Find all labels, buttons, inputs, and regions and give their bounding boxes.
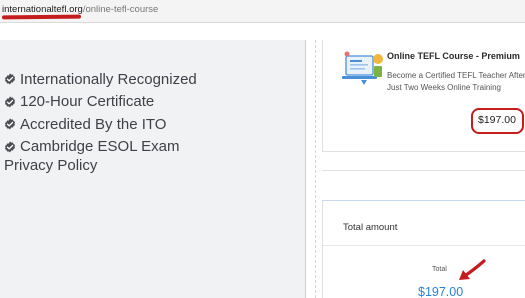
- total-card: Total amount Total $197.00: [322, 200, 525, 298]
- check-badge-icon: [5, 118, 15, 130]
- card-separator: [322, 170, 525, 190]
- url-domain: internationaltefl.org: [2, 4, 83, 15]
- feature-list: Internationally Recognized 120-Hour Cert…: [4, 68, 197, 158]
- course-title: Online TEFL Course - Premium: [387, 51, 520, 61]
- check-badge-icon: [5, 96, 15, 108]
- course-price: $197.00: [478, 114, 516, 126]
- total-label: Total: [432, 266, 447, 273]
- total-divider: [323, 245, 525, 246]
- laptop-course-illustration-icon: [342, 51, 383, 85]
- dashed-guide: [315, 40, 316, 298]
- features-panel: Internationally Recognized 120-Hour Cert…: [0, 40, 305, 298]
- order-item-card: Online TEFL Course - Premium Become a Ce…: [322, 40, 525, 152]
- privacy-policy-link[interactable]: Privacy Policy: [4, 157, 97, 174]
- feature-item: Accredited By the ITO: [4, 113, 197, 136]
- feature-item: Cambridge ESOL Exam: [4, 136, 197, 159]
- url-path: /online-tefl-course: [82, 4, 159, 15]
- feature-label: 120-Hour Certificate: [20, 93, 155, 111]
- feature-item: Internationally Recognized: [4, 68, 197, 91]
- feature-label: Accredited By the ITO: [20, 115, 167, 133]
- course-description: Become a Certified TEFL Teacher After Ju…: [387, 71, 525, 92]
- red-underline-annotation: [1, 14, 82, 20]
- feature-label: Cambridge ESOL Exam: [20, 138, 180, 156]
- check-badge-icon: [5, 73, 15, 85]
- total-value: $197.00: [418, 285, 464, 298]
- check-badge-icon: [5, 141, 15, 153]
- address-bar[interactable]: internationaltefl.org/online-tefl-course: [0, 0, 525, 23]
- feature-label: Internationally Recognized: [20, 70, 197, 88]
- total-heading: Total amount: [343, 222, 398, 233]
- red-arrow-icon: [459, 259, 486, 280]
- feature-item: 120-Hour Certificate: [4, 91, 197, 114]
- column-divider: [305, 40, 306, 298]
